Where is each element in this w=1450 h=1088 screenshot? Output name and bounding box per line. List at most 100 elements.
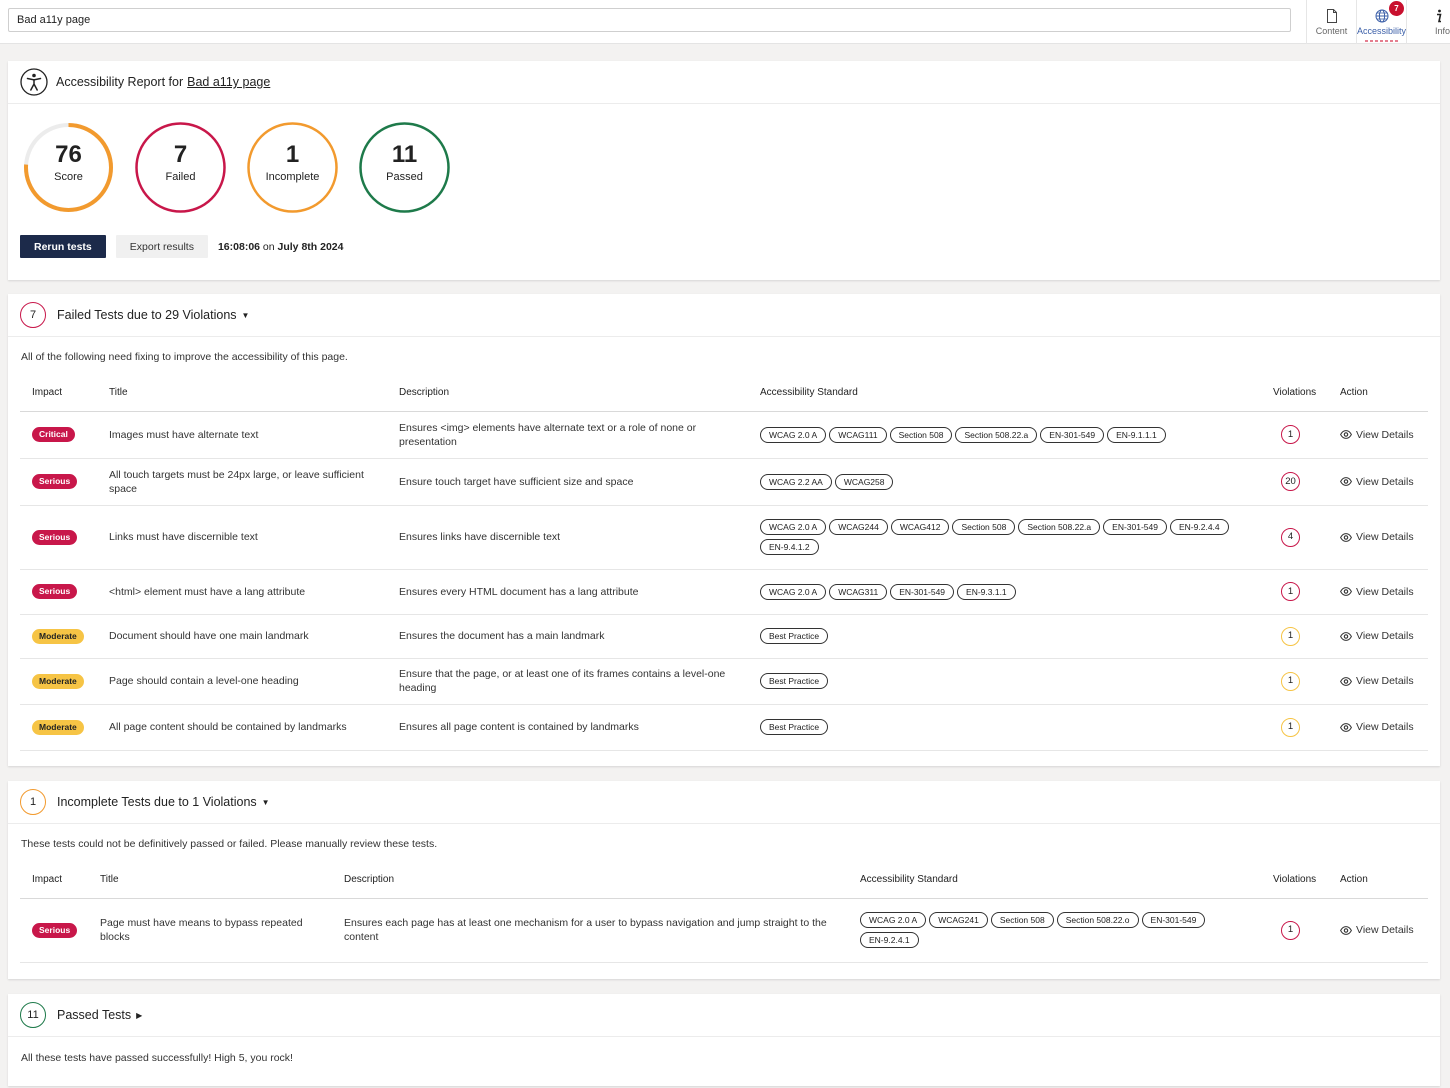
violation-count: 1 (1281, 920, 1300, 940)
violation-count: 20 (1281, 472, 1300, 491)
eye-icon (1340, 532, 1352, 542)
standard-tags: WCAG 2.0 A WCAG244 WCAG412 Section 508 Secti… (760, 519, 1253, 555)
report-header: Accessibility Report for Bad a11y page (8, 61, 1440, 104)
standard-tag: Section 508.22.o (1056, 912, 1139, 928)
score-rings: 76 Score 7 Failed 1 Incomplete 11 Passed (22, 121, 470, 214)
passed-label: Passed (386, 171, 423, 183)
standard-tag: Section 508 (952, 519, 1016, 535)
info-icon (1437, 9, 1442, 22)
test-description: Ensures all page content is contained by… (399, 721, 639, 733)
view-details-label: View Details (1356, 721, 1414, 733)
standard-tag: Section 508.22.a (1018, 519, 1101, 535)
eye-icon (1340, 676, 1352, 686)
failed-count-circle: 7 (20, 302, 46, 328)
rerun-tests-button[interactable]: Rerun tests (20, 235, 106, 258)
tab-content[interactable]: Content (1306, 0, 1356, 44)
standard-tags: Best Practice (760, 673, 1253, 689)
view-details-link[interactable]: View Details (1340, 585, 1428, 599)
table-row: Serious <html> element must have a lang a… (20, 569, 1428, 615)
view-details-link[interactable]: View Details (1340, 629, 1428, 643)
table-row: Serious All touch targets must be 24px la… (20, 458, 1428, 506)
tab-info[interactable]: Info (1406, 0, 1450, 44)
failed-label: Failed (165, 171, 196, 183)
failed-section-header[interactable]: 7 Failed Tests due to 29 Violations ▼ (8, 294, 1440, 337)
table-row: Moderate Page should contain a level-one … (20, 658, 1428, 705)
test-description: Ensures each page has at least one mecha… (344, 917, 827, 943)
view-details-link[interactable]: View Details (1340, 428, 1428, 442)
view-details-label: View Details (1356, 924, 1414, 936)
view-details-link[interactable]: View Details (1340, 530, 1428, 544)
report-page-link[interactable]: Bad a11y page (187, 75, 270, 89)
tab-accessibility[interactable]: Accessibility 7 (1356, 0, 1406, 44)
violation-count: 1 (1281, 425, 1300, 444)
col-action: Action (1340, 375, 1428, 412)
export-results-button[interactable]: Export results (115, 235, 208, 258)
failed-intro: All of the following need fixing to impr… (21, 351, 348, 363)
standard-tag: WCAG 2.2 AA (760, 473, 832, 490)
test-title: Page must have means to bypass repeated … (100, 917, 303, 943)
standard-tag: Section 508.22.a (955, 426, 1038, 443)
failed-tests-panel: 7 Failed Tests due to 29 Violations ▼ Al… (8, 294, 1440, 766)
standard-tag: WCAG111 (829, 426, 887, 443)
standard-tag: EN-301-549 (890, 583, 955, 600)
violation-count: 1 (1281, 717, 1300, 737)
eye-icon (1340, 722, 1352, 732)
test-title: All touch targets must be 24px large, or… (109, 468, 364, 495)
impact-badge: Serious (32, 474, 78, 489)
table-header-row: Impact Title Description Accessibility S… (20, 862, 1428, 899)
test-title: Document should have one main landmark (109, 630, 309, 642)
col-title: Title (100, 862, 344, 899)
view-details-link[interactable]: View Details (1340, 923, 1428, 937)
table-header-row: Impact Title Description Accessibility S… (20, 375, 1428, 412)
caret-right-icon: ▶ (136, 1010, 143, 1020)
accessibility-person-icon (20, 68, 48, 96)
table-row: Moderate All page content should be conta… (20, 704, 1428, 751)
impact-badge: Moderate (32, 673, 84, 689)
standard-tag: WCAG244 (829, 519, 888, 535)
impact-badge: Moderate (32, 628, 84, 644)
tab-accessibility-label: Accessibility (1357, 25, 1407, 36)
standard-tag: EN-9.4.1.2 (760, 539, 819, 555)
page-title-input[interactable] (8, 8, 1291, 32)
view-details-label: View Details (1356, 630, 1414, 642)
view-details-link[interactable]: View Details (1340, 720, 1428, 734)
test-description: Ensures every HTML document has a lang a… (399, 585, 639, 598)
document-icon (1326, 8, 1337, 23)
failed-tests-body: Critical Images must have alternate text E… (20, 411, 1428, 751)
incomplete-value: 1 (285, 141, 300, 168)
incomplete-section-title: Incomplete Tests due to 1 Violations (57, 795, 257, 809)
standard-tag: EN-9.2.4.1 (860, 932, 919, 948)
view-details-label: View Details (1356, 428, 1414, 441)
eye-icon (1340, 430, 1352, 439)
view-details-link[interactable]: View Details (1340, 475, 1428, 489)
table-row: Moderate Document should have one main la… (20, 614, 1428, 659)
standard-tag: Best Practice (760, 628, 829, 644)
incomplete-section-header[interactable]: 1 Incomplete Tests due to 1 Violations ▼ (8, 781, 1440, 824)
standard-tag: EN-9.1.1.1 (1107, 426, 1166, 443)
run-date: July 8th 2024 (277, 240, 344, 253)
col-action: Action (1340, 862, 1428, 899)
passed-count-circle: 11 (20, 1002, 46, 1028)
col-description: Description (344, 862, 860, 899)
standard-tag: EN-9.2.4.4 (1170, 519, 1229, 535)
standard-tags: WCAG 2.2 AA WCAG258 (760, 473, 1253, 490)
accessibility-count-badge: 7 (1389, 1, 1404, 16)
globe-icon (1375, 9, 1388, 22)
incomplete-tests-panel: 1 Incomplete Tests due to 1 Violations ▼… (8, 781, 1440, 979)
col-standard: Accessibility Standard (760, 375, 1273, 412)
standard-tag: Section 508 (889, 426, 953, 443)
passed-section-header[interactable]: 11 Passed Tests ▶ (8, 994, 1440, 1037)
impact-badge: Critical (32, 427, 75, 442)
tab-content-label: Content (1315, 25, 1348, 36)
incomplete-tests-body: Serious Page must have means to bypass re… (20, 898, 1428, 963)
impact-badge: Serious (32, 584, 78, 599)
impact-badge: Serious (32, 529, 78, 545)
view-details-label: View Details (1356, 675, 1414, 687)
standard-tags: Best Practice (760, 719, 1253, 735)
standard-tags: WCAG 2.0 A WCAG111 Section 508 Section 508.… (760, 426, 1253, 443)
passed-intro: All these tests have passed successfully… (21, 1052, 293, 1064)
test-title: Links must have discernible text (109, 531, 258, 543)
view-details-link[interactable]: View Details (1340, 674, 1428, 688)
test-description: Ensures <img> elements have alternate te… (399, 421, 697, 448)
tab-info-label: Info (1435, 25, 1450, 36)
